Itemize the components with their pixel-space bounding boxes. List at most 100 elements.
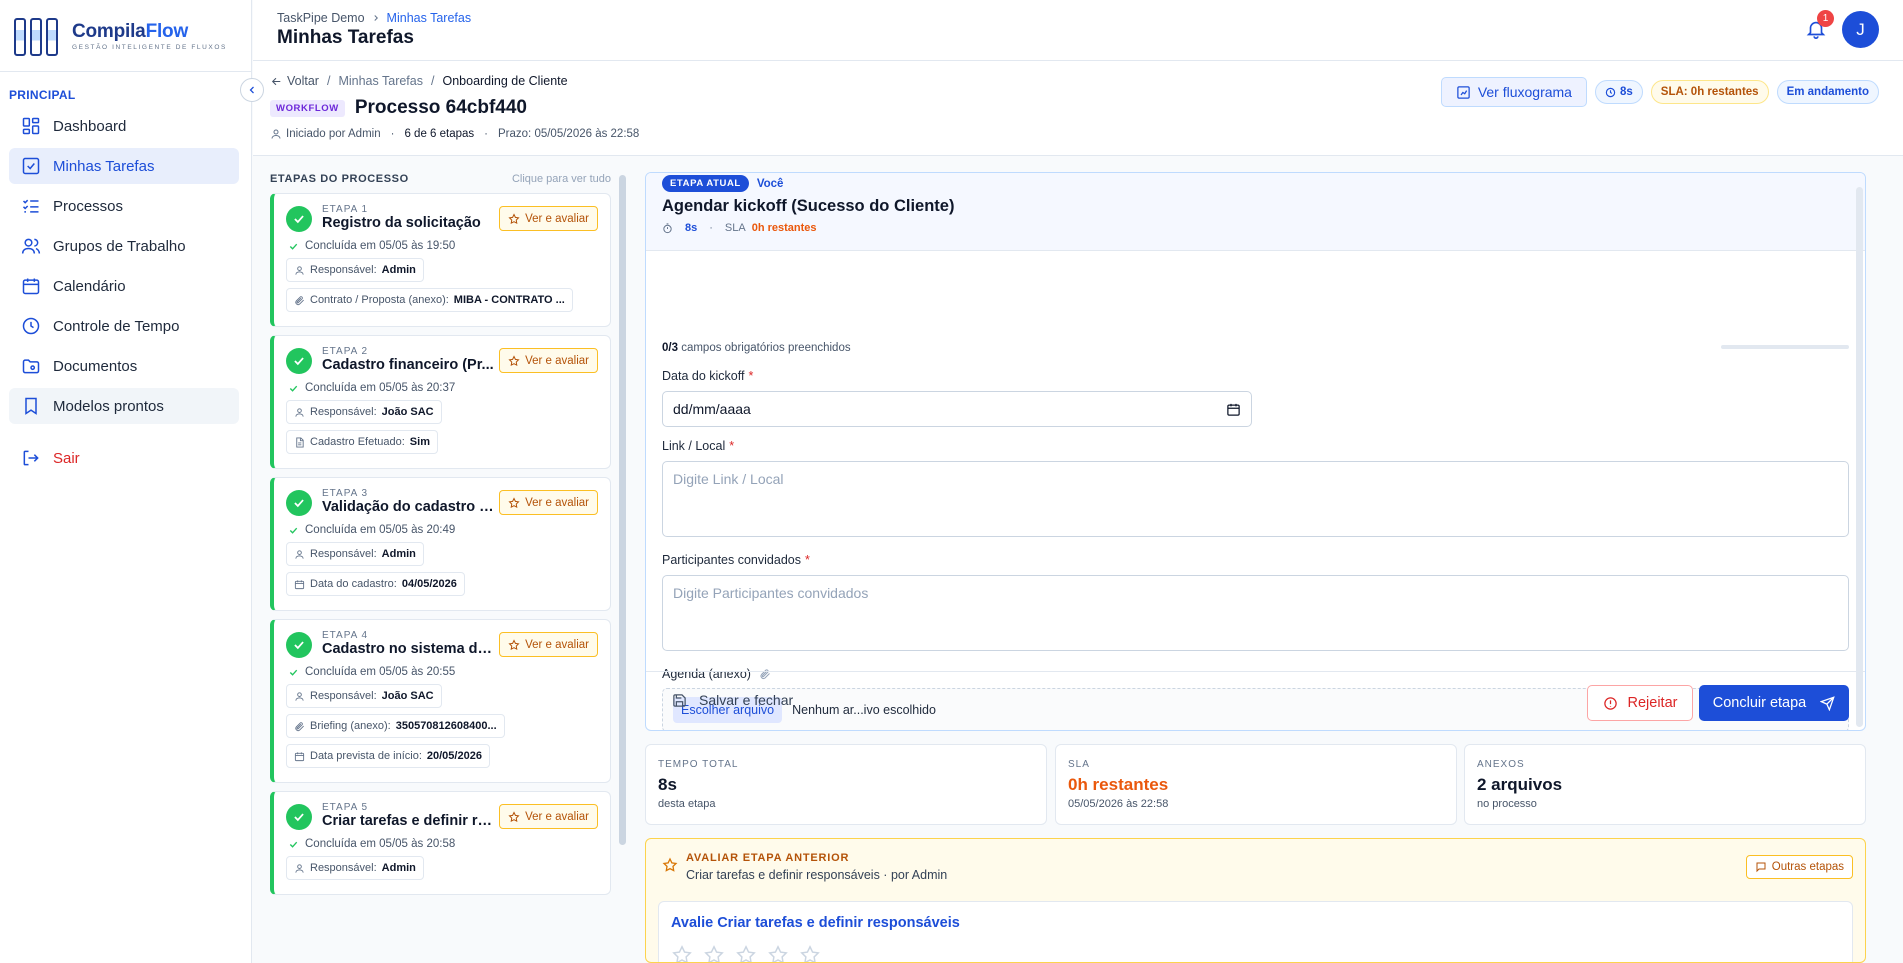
sidebar-item-dashboard[interactable]: Dashboard [9, 108, 239, 144]
view-evaluate-button[interactable]: Ver e avaliar [499, 490, 598, 515]
sidebar-item-documentos[interactable]: Documentos [9, 348, 239, 384]
rating-star-icon[interactable] [703, 944, 725, 963]
participants-input[interactable] [662, 575, 1849, 651]
rating-star-icon[interactable] [799, 944, 821, 963]
current-step-tags: ETAPA ATUAL Você [662, 175, 783, 192]
step-completed: Concluída em 05/05 às 20:55 [288, 666, 598, 678]
step-titles: ETAPA 5 Criar tarefas e definir re... [322, 802, 499, 829]
view-evaluate-button[interactable]: Ver e avaliar [499, 206, 598, 231]
steps-scrollbar[interactable] [619, 175, 626, 845]
stat-sub: desta etapa [658, 798, 716, 810]
user-icon [295, 265, 304, 275]
rating-star-icon[interactable] [735, 944, 757, 963]
clock-icon [22, 317, 40, 335]
step-titles: ETAPA 2 Cadastro financeiro (Pr... [322, 346, 499, 373]
separator: / [326, 74, 331, 88]
view-evaluate-button[interactable]: Ver e avaliar [499, 804, 598, 829]
calendar-icon [294, 751, 305, 761]
calendar-icon [22, 278, 40, 295]
reject-button[interactable]: Rejeitar [1587, 685, 1693, 721]
avatar[interactable]: J [1842, 11, 1879, 48]
alert-circle-icon [1603, 696, 1617, 710]
sidebar-item-label: Minhas Tarefas [53, 157, 155, 175]
user-icon [295, 407, 304, 417]
logout-label: Sair [53, 449, 80, 467]
breadcrumb-tasks[interactable]: Minhas Tarefas [338, 74, 423, 88]
logout-button[interactable]: Sair [9, 440, 239, 476]
chip-value: 04/05/2026 [401, 578, 457, 590]
progress-label: campos obrigatórios preenchidos [681, 342, 851, 354]
step-card[interactable]: ETAPA 4 Cadastro no sistema de... Ver e av… [270, 619, 611, 783]
current-step-time: 8s [685, 222, 698, 234]
time-value: 8s [1619, 86, 1633, 98]
step-card[interactable]: ETAPA 2 Cadastro financeiro (Pr... Ver e a… [270, 335, 611, 469]
document-icon [296, 436, 304, 448]
link-input[interactable] [662, 461, 1849, 537]
timer-icon [663, 222, 672, 233]
conclude-step-button[interactable]: Concluir etapa [1699, 685, 1849, 721]
step-titles: ETAPA 3 Validação do cadastro fi... [322, 488, 499, 515]
step-card[interactable]: ETAPA 5 Criar tarefas e definir re... Ver … [270, 791, 611, 895]
rating-star-icon[interactable] [671, 944, 693, 963]
sidebar-item-label: Grupos de Trabalho [53, 237, 186, 255]
chip-key: Responsável: [310, 862, 377, 874]
step-completed-text: Concluída em 05/05 às 19:50 [305, 240, 456, 252]
date-value: dd/mm/aaaa [673, 401, 751, 417]
checkbox-icon [22, 157, 40, 175]
sidebar-item-controle-tempo[interactable]: Controle de Tempo [9, 308, 239, 344]
steps-list: ETAPA 1 Registro da solicitação Ver e aval… [270, 193, 611, 963]
check-circle-icon [286, 632, 312, 658]
evaluate-previous-step: AVALIAR ETAPA ANTERIOR Criar tarefas e d… [645, 838, 1866, 963]
sidebar-item-minhas-tarefas[interactable]: Minhas Tarefas [9, 148, 239, 184]
rating-star-icon[interactable] [767, 944, 789, 963]
star-icon [662, 857, 678, 872]
chip-value: João SAC [381, 406, 434, 418]
calendar-icon[interactable] [1226, 402, 1241, 417]
brand[interactable]: CompilaFlow GESTÃO INTELIGENTE DE FLUXOS [0, 0, 251, 72]
card-scrollbar[interactable] [1856, 187, 1863, 727]
check-icon [289, 841, 298, 848]
check-icon [289, 669, 298, 676]
stat-sla: SLA 0h restantes 05/05/2026 às 22:58 [1055, 744, 1457, 825]
status-badge: Em andamento [1776, 80, 1879, 104]
view-evaluate-label: Ver e avaliar [525, 354, 589, 367]
progress-count: 0/3 [662, 342, 678, 354]
sidebar-item-label: Documentos [53, 357, 138, 375]
stat-label: TEMPO TOTAL [658, 759, 739, 770]
user-icon [271, 129, 281, 139]
chip-key: Responsável: [310, 406, 377, 418]
save-icon [673, 693, 686, 707]
participants-field-label: Participantes convidados * [662, 553, 810, 567]
other-steps-button[interactable]: Outras etapas [1745, 855, 1853, 879]
star-icon [508, 212, 520, 224]
collapse-sidebar-button[interactable] [240, 78, 264, 102]
step-field-chip: Responsável: João SAC [286, 684, 442, 708]
view-evaluate-label: Ver e avaliar [525, 638, 589, 651]
rating-title: Avalie Criar tarefas e definir responsáv… [671, 915, 960, 931]
back-button[interactable]: Voltar [270, 74, 319, 88]
steps-hint[interactable]: Clique para ver tudo [512, 173, 611, 185]
sidebar-item-grupos[interactable]: Grupos de Trabalho [9, 228, 239, 264]
kickoff-date-input[interactable]: dd/mm/aaaa [662, 391, 1252, 427]
save-and-close-button[interactable]: Salvar e fechar [672, 692, 793, 708]
step-completed: Concluída em 05/05 às 20:49 [288, 524, 598, 536]
chip-value: Admin [381, 264, 416, 276]
step-field-chip: Responsável: Admin [286, 542, 424, 566]
view-evaluate-button[interactable]: Ver e avaliar [499, 348, 598, 373]
step-card[interactable]: ETAPA 3 Validação do cadastro fi... Ver e … [270, 477, 611, 611]
required-progress-text: 0/3 campos obrigatórios preenchidos [662, 342, 851, 354]
step-completed-text: Concluída em 05/05 às 20:37 [305, 382, 456, 394]
view-flowchart-button[interactable]: Ver fluxograma [1440, 77, 1587, 107]
view-evaluate-button[interactable]: Ver e avaliar [499, 632, 598, 657]
sidebar-item-processos[interactable]: Processos [9, 188, 239, 224]
step-card[interactable]: ETAPA 1 Registro da solicitação Ver e aval… [270, 193, 611, 327]
clock-icon [1605, 87, 1616, 97]
chip-key: Contrato / Proposta (anexo): [310, 294, 449, 306]
link-label-text: Link / Local [662, 439, 726, 453]
sidebar-item-calendario[interactable]: Calendário [9, 268, 239, 304]
reject-label: Rejeitar [1627, 695, 1678, 711]
breadcrumb-root[interactable]: TaskPipe Demo [277, 11, 365, 25]
sidebar-item-modelos[interactable]: Modelos prontos [9, 388, 239, 424]
breadcrumb-current[interactable]: Minhas Tarefas [387, 11, 472, 25]
stat-value: 8s [658, 775, 677, 794]
